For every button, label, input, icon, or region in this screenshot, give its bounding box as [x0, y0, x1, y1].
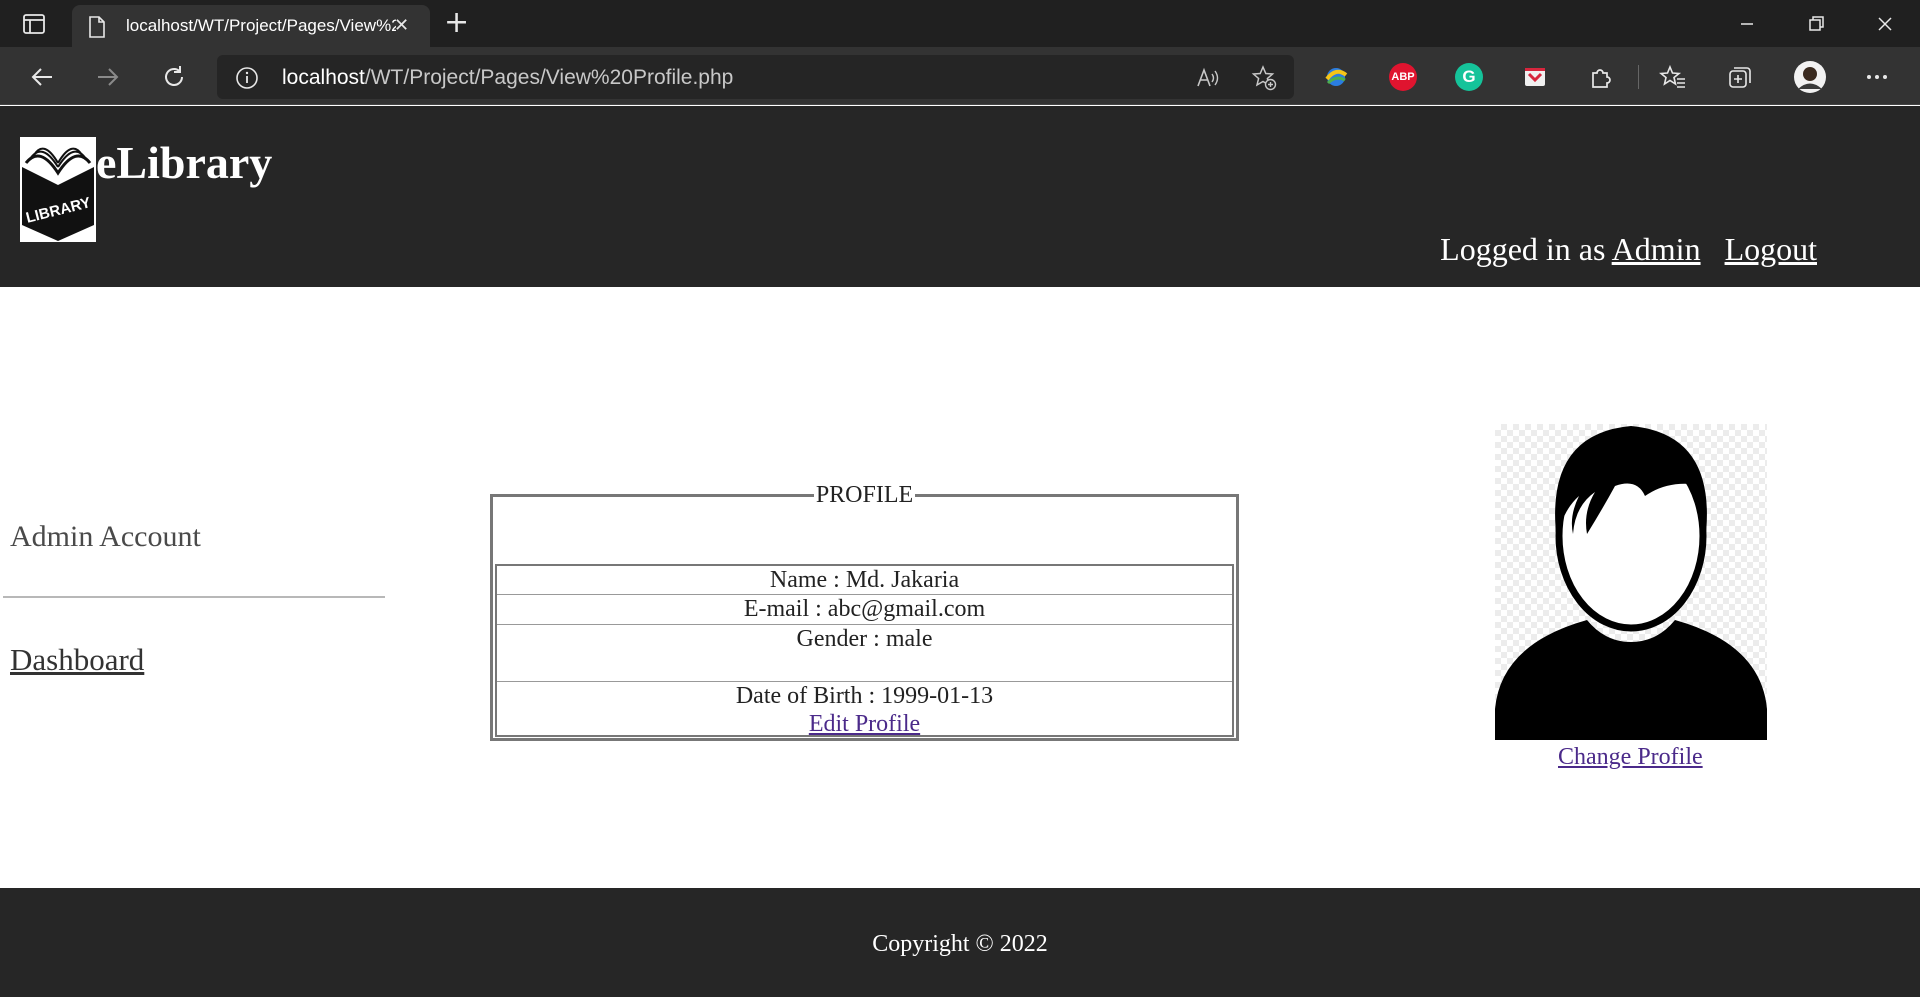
change-profile-link[interactable]: Change Profile — [1558, 744, 1703, 771]
profile-legend-wrap: PROFILE — [493, 482, 1236, 510]
forward-icon[interactable] — [94, 63, 122, 91]
profile-legend: PROFILE — [813, 482, 916, 508]
address-bar[interactable]: localhost/WT/Project/Pages/View%20Profil… — [217, 55, 1294, 99]
sidebar-divider — [3, 596, 385, 598]
url-host: localhost — [282, 66, 365, 89]
tab-title: localhost/WT/Project/Pages/View%20Profil… — [126, 16, 396, 35]
restore-icon[interactable] — [1802, 10, 1830, 38]
toolbar-separator — [1638, 65, 1639, 89]
extensions-icon[interactable] — [1587, 63, 1615, 91]
add-favorite-icon[interactable] — [1251, 65, 1277, 91]
edit-profile-link[interactable]: Edit Profile — [497, 710, 1232, 738]
logout-link[interactable]: Logout — [1725, 231, 1817, 267]
new-tab-icon[interactable]: + — [444, 8, 469, 38]
browser-tab-bar: localhost/WT/Project/Pages/View%20Profil… — [0, 0, 1920, 47]
tab-actions-icon[interactable] — [22, 12, 46, 36]
minimize-icon[interactable] — [1733, 10, 1761, 38]
close-window-icon[interactable] — [1871, 10, 1899, 38]
favorites-icon[interactable] — [1659, 63, 1687, 91]
profile-gender-row: Gender : male — [497, 625, 1232, 682]
logged-in-prefix: Logged in as — [1440, 231, 1606, 267]
more-icon[interactable] — [1863, 63, 1891, 91]
close-tab-icon[interactable]: ✕ — [394, 17, 409, 35]
profile-picture — [1495, 424, 1767, 740]
read-aloud-icon[interactable] — [1195, 65, 1221, 91]
refresh-icon[interactable] — [160, 63, 188, 91]
site-info-icon[interactable] — [235, 66, 259, 90]
copyright-text: Copyright © 2022 — [872, 931, 1048, 957]
sidebar-item-dashboard[interactable]: Dashboard — [10, 642, 144, 678]
profile-email-row: E-mail : abc@gmail.com — [497, 595, 1232, 625]
profile-dob: Date of Birth : 1999-01-13 — [735, 683, 994, 709]
browser-tab[interactable]: localhost/WT/Project/Pages/View%20Profil… — [72, 5, 430, 47]
collections-icon[interactable] — [1726, 63, 1754, 91]
sidebar-title: Admin Account — [10, 520, 201, 553]
user-link[interactable]: Admin — [1612, 231, 1701, 267]
profile-fieldset: PROFILE Name : Md. Jakaria E-mail : abc@… — [490, 482, 1239, 741]
library-logo: LIBRARY — [20, 137, 96, 242]
edge-extension-icon[interactable] — [1322, 63, 1350, 91]
profile-name-row: Name : Md. Jakaria — [497, 566, 1232, 595]
login-status: Logged in as Admin Logout — [1440, 231, 1817, 268]
brand-title: eLibrary — [96, 137, 273, 188]
profile-dob-row: Date of Birth : 1999-01-13 Edit Profile — [497, 682, 1232, 738]
page-icon — [89, 16, 105, 38]
browser-toolbar: localhost/WT/Project/Pages/View%20Profil… — [0, 47, 1920, 105]
site-footer: Copyright © 2022 — [0, 888, 1920, 997]
profile-avatar-icon[interactable] — [1793, 60, 1827, 94]
profile-table: Name : Md. Jakaria E-mail : abc@gmail.co… — [495, 564, 1234, 737]
pocket-icon[interactable] — [1521, 63, 1549, 91]
adblock-plus-icon[interactable]: ABP — [1389, 63, 1417, 91]
url-path: /WT/Project/Pages/View%20Profile.php — [364, 66, 734, 89]
url-text[interactable]: localhost/WT/Project/Pages/View%20Profil… — [282, 66, 733, 90]
site-header: LIBRARY eLibrary Logged in as Admin Logo… — [0, 106, 1920, 287]
grammarly-icon[interactable]: G — [1455, 63, 1483, 91]
back-icon[interactable] — [28, 63, 56, 91]
